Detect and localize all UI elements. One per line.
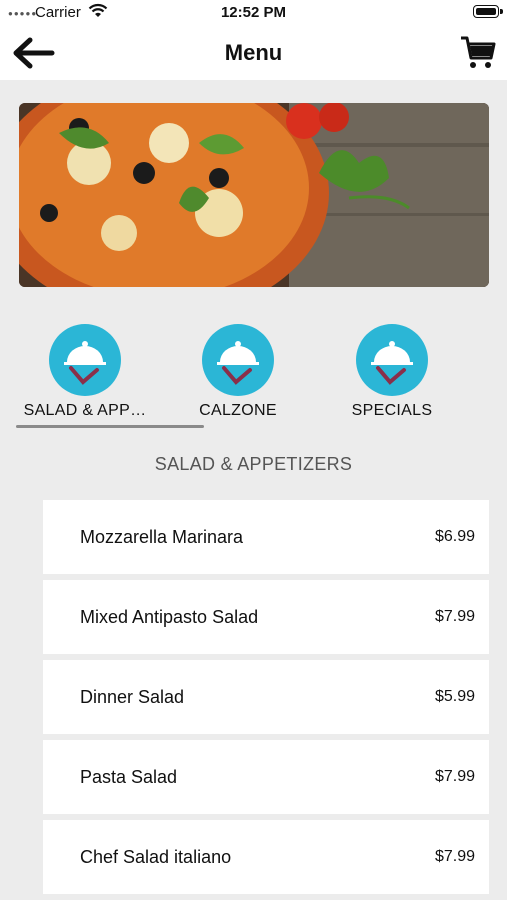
item-price: $7.99 [434, 768, 475, 785]
hero-banner-image [19, 103, 489, 287]
navigation-bar: Menu [0, 26, 507, 80]
item-price: $5.99 [434, 688, 475, 705]
category-label: SPECIALS [351, 402, 433, 419]
battery-icon [473, 5, 503, 18]
menu-item[interactable]: Dinner Salad $5.99 [43, 660, 489, 734]
category-label: SALAD & APP… [23, 402, 147, 419]
category-label: CALZONE [199, 402, 277, 419]
menu-list: Mozzarella Marinara $6.99 Mixed Antipast… [43, 500, 489, 900]
item-name: Dinner Salad [80, 687, 185, 707]
item-name: Mozzarella Marinara [80, 527, 244, 547]
menu-item[interactable]: Chef Salad italiano $7.99 [43, 820, 489, 894]
item-price: $7.99 [434, 608, 475, 625]
menu-item[interactable]: Mixed Antipasto Salad $7.99 [43, 580, 489, 654]
selected-tab-indicator [16, 425, 204, 428]
item-name: Chef Salad italiano [80, 847, 232, 867]
page-title: Menu [224, 40, 283, 65]
item-price: $7.99 [434, 848, 475, 865]
shopping-cart-icon[interactable] [459, 34, 497, 72]
pizza-illustration [19, 103, 489, 287]
item-name: Pasta Salad [80, 767, 178, 787]
item-price: $6.99 [434, 528, 475, 545]
status-bar: ●●●●● Carrier 12:52 PM [0, 0, 507, 26]
menu-item[interactable]: Pasta Salad $7.99 [43, 740, 489, 814]
category-calzone[interactable]: CALZONE [188, 324, 288, 420]
category-specials[interactable]: SPECIALS [341, 324, 443, 420]
cloche-icon [356, 324, 428, 396]
menu-item[interactable]: Mozzarella Marinara $6.99 [43, 500, 489, 574]
cloche-icon [49, 324, 121, 396]
item-name: Mixed Antipasto Salad [80, 607, 259, 627]
cloche-icon [202, 324, 274, 396]
category-salad-appetizers[interactable]: SALAD & APP… [20, 324, 150, 420]
section-title: SALAD & APPETIZERS [154, 454, 353, 474]
clock: 12:52 PM [220, 4, 287, 21]
